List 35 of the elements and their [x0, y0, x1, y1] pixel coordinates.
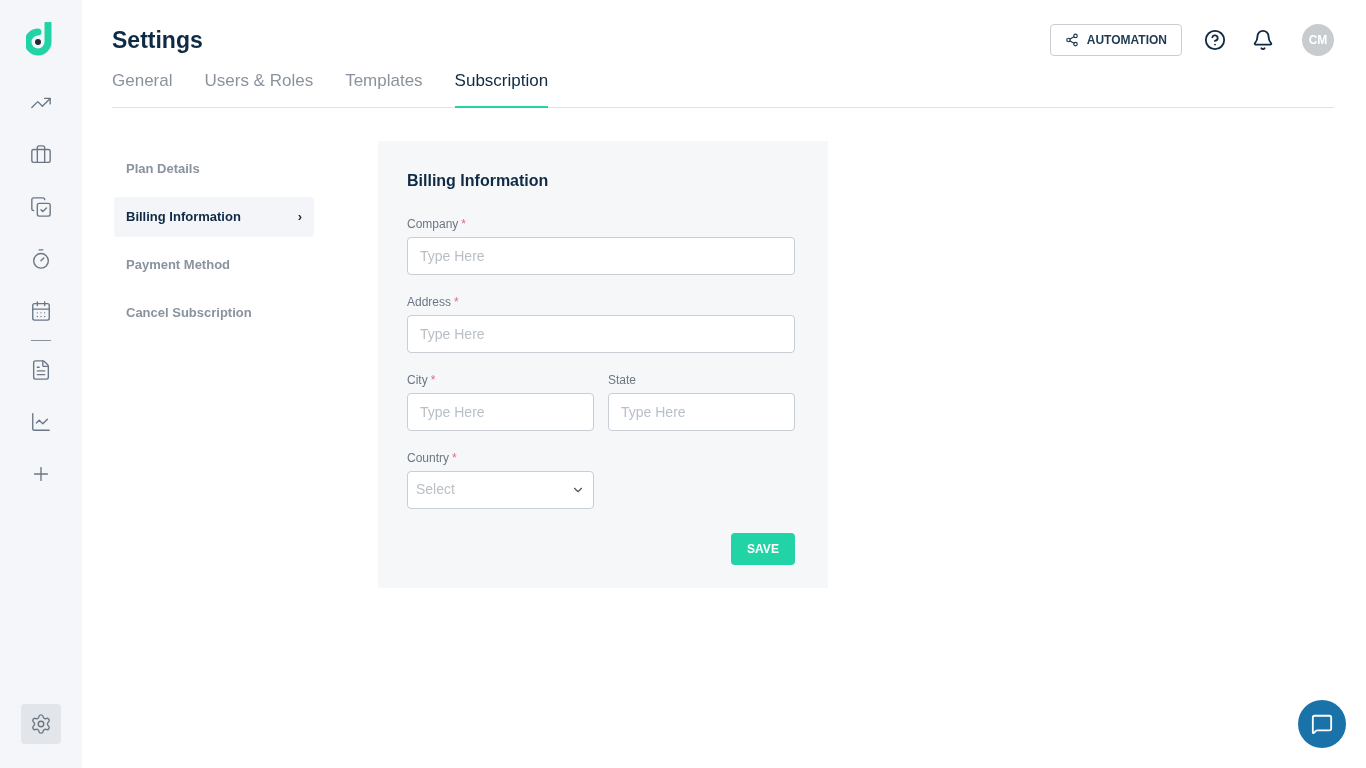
- help-icon[interactable]: [1204, 29, 1226, 51]
- page-title: Settings: [112, 25, 203, 55]
- settings-button[interactable]: [21, 704, 61, 744]
- tab[interactable]: Subscription: [454, 68, 549, 108]
- field-label: Address *: [407, 293, 460, 311]
- field-label: State: [608, 371, 638, 389]
- menu-item[interactable]: Payment Method: [114, 244, 314, 285]
- tab[interactable]: Users & Roles: [204, 68, 314, 108]
- tab[interactable]: General: [112, 68, 173, 108]
- chat-bubble-icon: [1311, 713, 1333, 735]
- country-select[interactable]: Select: [407, 470, 594, 509]
- chat-button[interactable]: [1298, 700, 1346, 748]
- stopwatch-icon[interactable]: [30, 248, 52, 270]
- text-input[interactable]: Type Here: [407, 392, 594, 431]
- line-chart-icon[interactable]: [30, 411, 52, 433]
- briefcase-icon[interactable]: [30, 144, 52, 166]
- text-input[interactable]: Type Here: [608, 392, 795, 431]
- share-nodes-icon: [1064, 33, 1079, 47]
- text-input[interactable]: Type Here: [407, 236, 795, 275]
- menu-item[interactable]: Cancel Subscription: [114, 292, 314, 333]
- menu-item[interactable]: Plan Details: [114, 148, 314, 189]
- card-title: Billing Information: [407, 170, 550, 191]
- notification-bell-icon[interactable]: [1252, 29, 1274, 51]
- save-button[interactable]: SAVE: [731, 532, 795, 565]
- settings-icon: [30, 713, 52, 735]
- calendar-icon[interactable]: [30, 300, 52, 322]
- text-input[interactable]: Type Here: [407, 314, 795, 353]
- field-label: Country *: [407, 449, 458, 467]
- field-label: Company *: [407, 215, 468, 233]
- document-icon[interactable]: [30, 359, 52, 381]
- field-label: City *: [407, 371, 437, 389]
- tab[interactable]: Templates: [345, 68, 423, 108]
- checklist-icon[interactable]: [30, 196, 52, 218]
- automation-button[interactable]: AUTOMATION: [1049, 24, 1182, 56]
- menu-item[interactable]: Billing Information ›: [114, 196, 314, 237]
